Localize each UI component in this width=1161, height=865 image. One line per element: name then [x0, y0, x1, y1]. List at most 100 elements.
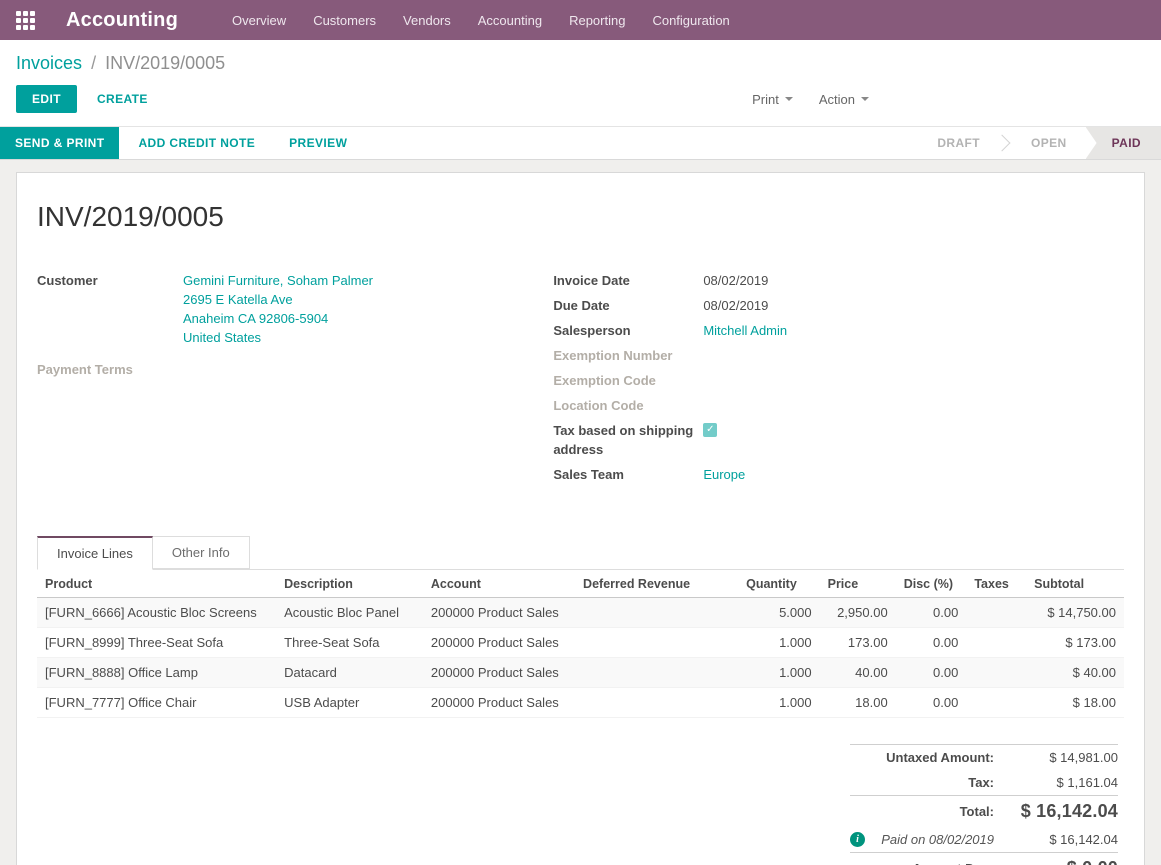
due-date-label: Due Date	[553, 296, 703, 315]
apps-grid-icon[interactable]	[16, 11, 35, 30]
cell-account: 200000 Product Sales	[423, 628, 575, 658]
cell-subtotal: $ 40.00	[1026, 658, 1124, 688]
total-value: $ 16,142.04	[1008, 801, 1118, 822]
check-icon: ✓	[706, 423, 714, 437]
status-draft[interactable]: DRAFT	[918, 127, 999, 159]
statusbar-buttons: SEND & PRINT ADD CREDIT NOTE PREVIEW	[0, 127, 362, 159]
tab-bar: Invoice Lines Other Info	[37, 536, 1124, 570]
app-title[interactable]: Accounting	[66, 9, 178, 32]
amount-due-label: Amount Due:	[850, 861, 1008, 865]
action-dropdown-label: Action	[819, 92, 855, 107]
paid-row: i Paid on 08/02/2019 $ 16,142.04	[850, 827, 1118, 852]
create-button[interactable]: CREATE	[83, 86, 162, 112]
menu-item-reporting[interactable]: Reporting	[569, 13, 625, 28]
untaxed-amount-label: Untaxed Amount:	[850, 750, 1008, 765]
due-date-field: Due Date 08/02/2019	[553, 296, 1124, 315]
cell-taxes	[966, 688, 1026, 718]
cell-disc: 0.00	[896, 628, 967, 658]
breadcrumb-separator: /	[91, 53, 96, 73]
add-credit-note-button[interactable]: ADD CREDIT NOTE	[123, 127, 270, 159]
col-description: Description	[276, 570, 423, 598]
control-panel: Invoices / INV/2019/0005 EDIT CREATE Pri…	[0, 40, 1161, 126]
total-row: Total: $ 16,142.04	[850, 795, 1118, 827]
tax-shipping-checkbox[interactable]: ✓	[703, 423, 717, 437]
tab-other-info[interactable]: Other Info	[153, 536, 250, 569]
cell-deferred	[575, 688, 738, 718]
cell-taxes	[966, 658, 1026, 688]
cell-deferred	[575, 598, 738, 628]
status-open[interactable]: OPEN	[1012, 127, 1086, 159]
cell-deferred	[575, 628, 738, 658]
print-dropdown[interactable]: Print	[752, 92, 793, 107]
tax-shipping-field: Tax based on shipping address ✓	[553, 421, 1124, 459]
sales-team-label: Sales Team	[553, 465, 703, 484]
col-account: Account	[423, 570, 575, 598]
cell-product: [FURN_8888] Office Lamp	[37, 658, 276, 688]
table-row[interactable]: [FURN_7777] Office Chair USB Adapter 200…	[37, 688, 1124, 718]
cell-account: 200000 Product Sales	[423, 598, 575, 628]
tax-label: Tax:	[850, 775, 1008, 790]
customer-street[interactable]: 2695 E Katella Ave	[183, 290, 373, 309]
cell-product: [FURN_6666] Acoustic Bloc Screens	[37, 598, 276, 628]
menu-item-overview[interactable]: Overview	[232, 13, 286, 28]
exemption-number-label: Exemption Number	[553, 346, 703, 365]
salesperson-link[interactable]: Mitchell Admin	[703, 321, 787, 340]
tax-value: $ 1,161.04	[1008, 775, 1118, 790]
cell-disc: 0.00	[896, 688, 967, 718]
customer-country[interactable]: United States	[183, 328, 373, 347]
cell-taxes	[966, 628, 1026, 658]
chevron-down-icon	[785, 97, 793, 101]
table-row[interactable]: [FURN_8888] Office Lamp Datacard 200000 …	[37, 658, 1124, 688]
tax-row: Tax: $ 1,161.04	[850, 770, 1118, 795]
payment-terms-field: Payment Terms	[37, 360, 553, 379]
tab-invoice-lines[interactable]: Invoice Lines	[37, 536, 153, 570]
cell-account: 200000 Product Sales	[423, 688, 575, 718]
cell-price: 40.00	[820, 658, 896, 688]
cell-quantity: 5.000	[738, 598, 820, 628]
paid-value: $ 16,142.04	[1008, 832, 1118, 847]
preview-button[interactable]: PREVIEW	[274, 127, 362, 159]
invoice-header-fields: Customer Gemini Furniture, Soham Palmer …	[37, 271, 1124, 490]
paid-on-label: Paid on 08/02/2019	[865, 832, 1008, 847]
statusbar: SEND & PRINT ADD CREDIT NOTE PREVIEW DRA…	[0, 126, 1161, 160]
untaxed-amount-value: $ 14,981.00	[1008, 750, 1118, 765]
customer-city[interactable]: Anaheim CA 92806-5904	[183, 309, 373, 328]
status-paid[interactable]: PAID	[1086, 127, 1161, 159]
cell-disc: 0.00	[896, 658, 967, 688]
menu-item-configuration[interactable]: Configuration	[652, 13, 729, 28]
edit-button[interactable]: EDIT	[16, 85, 77, 113]
table-row[interactable]: [FURN_6666] Acoustic Bloc Screens Acoust…	[37, 598, 1124, 628]
col-product: Product	[37, 570, 276, 598]
exemption-number-field: Exemption Number	[553, 346, 1124, 365]
cell-description: Datacard	[276, 658, 423, 688]
col-quantity: Quantity	[738, 570, 820, 598]
menu-item-accounting[interactable]: Accounting	[478, 13, 542, 28]
action-dropdown[interactable]: Action	[819, 92, 869, 107]
info-icon[interactable]: i	[850, 832, 865, 847]
breadcrumb: Invoices / INV/2019/0005	[0, 40, 1161, 76]
salesperson-label: Salesperson	[553, 321, 703, 340]
cell-quantity: 1.000	[738, 658, 820, 688]
col-deferred-revenue: Deferred Revenue	[575, 570, 738, 598]
col-subtotal: Subtotal	[1026, 570, 1124, 598]
customer-name-link[interactable]: Gemini Furniture, Soham Palmer	[183, 271, 373, 290]
breadcrumb-invoices-link[interactable]: Invoices	[16, 53, 82, 73]
customer-label: Customer	[37, 271, 183, 347]
cell-subtotal: $ 173.00	[1026, 628, 1124, 658]
menu-item-customers[interactable]: Customers	[313, 13, 376, 28]
table-header-row: Product Description Account Deferred Rev…	[37, 570, 1124, 598]
sales-team-link[interactable]: Europe	[703, 465, 745, 484]
exemption-code-label: Exemption Code	[553, 371, 703, 390]
send-print-button[interactable]: SEND & PRINT	[0, 127, 119, 159]
table-row[interactable]: [FURN_8999] Three-Seat Sofa Three-Seat S…	[37, 628, 1124, 658]
exemption-code-field: Exemption Code	[553, 371, 1124, 390]
right-field-column: Invoice Date 08/02/2019 Due Date 08/02/2…	[553, 271, 1124, 490]
amount-due-value: $ 0.00	[1008, 858, 1118, 865]
col-disc: Disc (%)	[896, 570, 967, 598]
menu-item-vendors[interactable]: Vendors	[403, 13, 451, 28]
cell-subtotal: $ 14,750.00	[1026, 598, 1124, 628]
cell-price: 173.00	[820, 628, 896, 658]
cell-account: 200000 Product Sales	[423, 658, 575, 688]
payment-terms-label: Payment Terms	[37, 360, 183, 379]
control-buttons-row: EDIT CREATE Print Action	[0, 76, 1161, 126]
